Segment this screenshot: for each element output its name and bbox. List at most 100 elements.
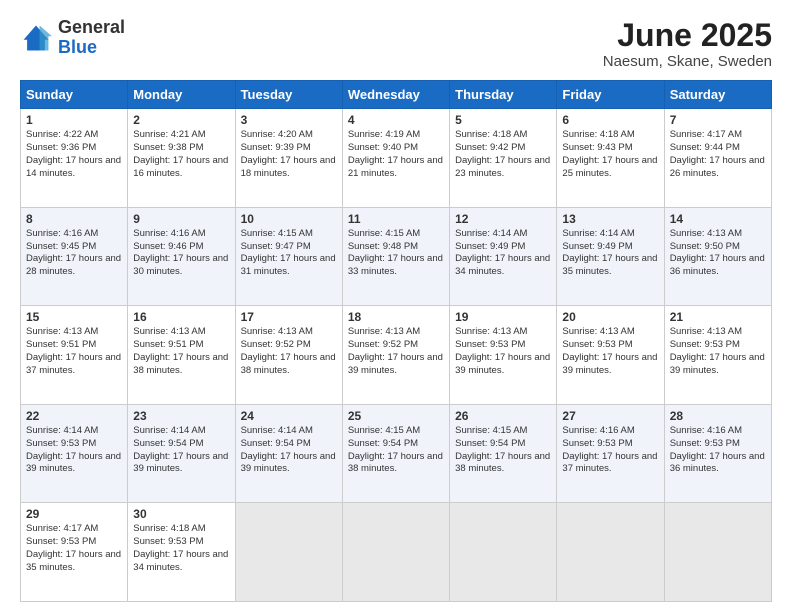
calendar-day-header: Wednesday xyxy=(342,81,449,109)
day-number: 13 xyxy=(562,212,658,226)
cell-info: Sunrise: 4:17 AMSunset: 9:44 PMDaylight:… xyxy=(670,129,765,178)
calendar-cell: 18 Sunrise: 4:13 AMSunset: 9:52 PMDaylig… xyxy=(342,306,449,405)
logo: General Blue xyxy=(20,18,125,58)
calendar-cell: 8 Sunrise: 4:16 AMSunset: 9:45 PMDayligh… xyxy=(21,207,128,306)
day-number: 30 xyxy=(133,507,229,521)
calendar-week-row: 8 Sunrise: 4:16 AMSunset: 9:45 PMDayligh… xyxy=(21,207,772,306)
day-number: 1 xyxy=(26,113,122,127)
calendar-table: SundayMondayTuesdayWednesdayThursdayFrid… xyxy=(20,80,772,602)
calendar-cell: 14 Sunrise: 4:13 AMSunset: 9:50 PMDaylig… xyxy=(664,207,771,306)
cell-info: Sunrise: 4:13 AMSunset: 9:53 PMDaylight:… xyxy=(670,326,765,375)
cell-info: Sunrise: 4:13 AMSunset: 9:52 PMDaylight:… xyxy=(241,326,336,375)
page: General Blue June 2025 Naesum, Skane, Sw… xyxy=(0,0,792,612)
main-title: June 2025 xyxy=(603,18,772,53)
day-number: 10 xyxy=(241,212,337,226)
calendar-cell: 6 Sunrise: 4:18 AMSunset: 9:43 PMDayligh… xyxy=(557,109,664,208)
cell-info: Sunrise: 4:20 AMSunset: 9:39 PMDaylight:… xyxy=(241,129,336,178)
calendar-cell xyxy=(235,503,342,602)
day-number: 9 xyxy=(133,212,229,226)
calendar-cell: 12 Sunrise: 4:14 AMSunset: 9:49 PMDaylig… xyxy=(450,207,557,306)
calendar-cell xyxy=(557,503,664,602)
cell-info: Sunrise: 4:16 AMSunset: 9:53 PMDaylight:… xyxy=(670,425,765,474)
calendar-day-header: Monday xyxy=(128,81,235,109)
cell-info: Sunrise: 4:16 AMSunset: 9:46 PMDaylight:… xyxy=(133,228,228,277)
day-number: 22 xyxy=(26,409,122,423)
calendar-day-header: Saturday xyxy=(664,81,771,109)
cell-info: Sunrise: 4:14 AMSunset: 9:49 PMDaylight:… xyxy=(562,228,657,277)
cell-info: Sunrise: 4:13 AMSunset: 9:53 PMDaylight:… xyxy=(562,326,657,375)
calendar-cell: 19 Sunrise: 4:13 AMSunset: 9:53 PMDaylig… xyxy=(450,306,557,405)
calendar-cell: 11 Sunrise: 4:15 AMSunset: 9:48 PMDaylig… xyxy=(342,207,449,306)
calendar-cell: 7 Sunrise: 4:17 AMSunset: 9:44 PMDayligh… xyxy=(664,109,771,208)
calendar-cell: 22 Sunrise: 4:14 AMSunset: 9:53 PMDaylig… xyxy=(21,404,128,503)
cell-info: Sunrise: 4:14 AMSunset: 9:54 PMDaylight:… xyxy=(133,425,228,474)
day-number: 28 xyxy=(670,409,766,423)
calendar-cell: 9 Sunrise: 4:16 AMSunset: 9:46 PMDayligh… xyxy=(128,207,235,306)
day-number: 21 xyxy=(670,310,766,324)
cell-info: Sunrise: 4:13 AMSunset: 9:53 PMDaylight:… xyxy=(455,326,550,375)
cell-info: Sunrise: 4:14 AMSunset: 9:54 PMDaylight:… xyxy=(241,425,336,474)
day-number: 14 xyxy=(670,212,766,226)
calendar-cell: 1 Sunrise: 4:22 AMSunset: 9:36 PMDayligh… xyxy=(21,109,128,208)
calendar-day-header: Friday xyxy=(557,81,664,109)
calendar-cell xyxy=(342,503,449,602)
day-number: 20 xyxy=(562,310,658,324)
day-number: 27 xyxy=(562,409,658,423)
calendar-cell: 24 Sunrise: 4:14 AMSunset: 9:54 PMDaylig… xyxy=(235,404,342,503)
cell-info: Sunrise: 4:13 AMSunset: 9:51 PMDaylight:… xyxy=(26,326,121,375)
logo-general-text: General xyxy=(58,18,125,38)
calendar-day-header: Thursday xyxy=(450,81,557,109)
calendar-week-row: 22 Sunrise: 4:14 AMSunset: 9:53 PMDaylig… xyxy=(21,404,772,503)
calendar-cell: 13 Sunrise: 4:14 AMSunset: 9:49 PMDaylig… xyxy=(557,207,664,306)
day-number: 5 xyxy=(455,113,551,127)
cell-info: Sunrise: 4:13 AMSunset: 9:50 PMDaylight:… xyxy=(670,228,765,277)
calendar-cell xyxy=(450,503,557,602)
day-number: 16 xyxy=(133,310,229,324)
cell-info: Sunrise: 4:19 AMSunset: 9:40 PMDaylight:… xyxy=(348,129,443,178)
day-number: 11 xyxy=(348,212,444,226)
calendar-day-header: Sunday xyxy=(21,81,128,109)
calendar-cell: 28 Sunrise: 4:16 AMSunset: 9:53 PMDaylig… xyxy=(664,404,771,503)
cell-info: Sunrise: 4:15 AMSunset: 9:48 PMDaylight:… xyxy=(348,228,443,277)
day-number: 17 xyxy=(241,310,337,324)
calendar-cell: 29 Sunrise: 4:17 AMSunset: 9:53 PMDaylig… xyxy=(21,503,128,602)
day-number: 15 xyxy=(26,310,122,324)
calendar-cell: 17 Sunrise: 4:13 AMSunset: 9:52 PMDaylig… xyxy=(235,306,342,405)
calendar-cell: 30 Sunrise: 4:18 AMSunset: 9:53 PMDaylig… xyxy=(128,503,235,602)
cell-info: Sunrise: 4:22 AMSunset: 9:36 PMDaylight:… xyxy=(26,129,121,178)
subtitle: Naesum, Skane, Sweden xyxy=(603,53,772,70)
day-number: 29 xyxy=(26,507,122,521)
calendar-cell: 10 Sunrise: 4:15 AMSunset: 9:47 PMDaylig… xyxy=(235,207,342,306)
calendar-header-row: SundayMondayTuesdayWednesdayThursdayFrid… xyxy=(21,81,772,109)
calendar-cell: 15 Sunrise: 4:13 AMSunset: 9:51 PMDaylig… xyxy=(21,306,128,405)
calendar-cell: 16 Sunrise: 4:13 AMSunset: 9:51 PMDaylig… xyxy=(128,306,235,405)
calendar-cell: 23 Sunrise: 4:14 AMSunset: 9:54 PMDaylig… xyxy=(128,404,235,503)
cell-info: Sunrise: 4:13 AMSunset: 9:52 PMDaylight:… xyxy=(348,326,443,375)
day-number: 6 xyxy=(562,113,658,127)
calendar-cell: 3 Sunrise: 4:20 AMSunset: 9:39 PMDayligh… xyxy=(235,109,342,208)
day-number: 25 xyxy=(348,409,444,423)
calendar-cell: 25 Sunrise: 4:15 AMSunset: 9:54 PMDaylig… xyxy=(342,404,449,503)
cell-info: Sunrise: 4:15 AMSunset: 9:54 PMDaylight:… xyxy=(348,425,443,474)
day-number: 7 xyxy=(670,113,766,127)
cell-info: Sunrise: 4:15 AMSunset: 9:54 PMDaylight:… xyxy=(455,425,550,474)
calendar-week-row: 15 Sunrise: 4:13 AMSunset: 9:51 PMDaylig… xyxy=(21,306,772,405)
cell-info: Sunrise: 4:18 AMSunset: 9:42 PMDaylight:… xyxy=(455,129,550,178)
title-block: June 2025 Naesum, Skane, Sweden xyxy=(603,18,772,70)
cell-info: Sunrise: 4:18 AMSunset: 9:53 PMDaylight:… xyxy=(133,523,228,572)
calendar-day-header: Tuesday xyxy=(235,81,342,109)
calendar-cell: 20 Sunrise: 4:13 AMSunset: 9:53 PMDaylig… xyxy=(557,306,664,405)
calendar-cell xyxy=(664,503,771,602)
day-number: 24 xyxy=(241,409,337,423)
logo-icon xyxy=(20,22,52,54)
calendar-cell: 27 Sunrise: 4:16 AMSunset: 9:53 PMDaylig… xyxy=(557,404,664,503)
day-number: 2 xyxy=(133,113,229,127)
calendar-cell: 4 Sunrise: 4:19 AMSunset: 9:40 PMDayligh… xyxy=(342,109,449,208)
cell-info: Sunrise: 4:15 AMSunset: 9:47 PMDaylight:… xyxy=(241,228,336,277)
calendar-cell: 21 Sunrise: 4:13 AMSunset: 9:53 PMDaylig… xyxy=(664,306,771,405)
cell-info: Sunrise: 4:17 AMSunset: 9:53 PMDaylight:… xyxy=(26,523,121,572)
cell-info: Sunrise: 4:14 AMSunset: 9:49 PMDaylight:… xyxy=(455,228,550,277)
calendar-cell: 2 Sunrise: 4:21 AMSunset: 9:38 PMDayligh… xyxy=(128,109,235,208)
calendar-cell: 5 Sunrise: 4:18 AMSunset: 9:42 PMDayligh… xyxy=(450,109,557,208)
cell-info: Sunrise: 4:14 AMSunset: 9:53 PMDaylight:… xyxy=(26,425,121,474)
